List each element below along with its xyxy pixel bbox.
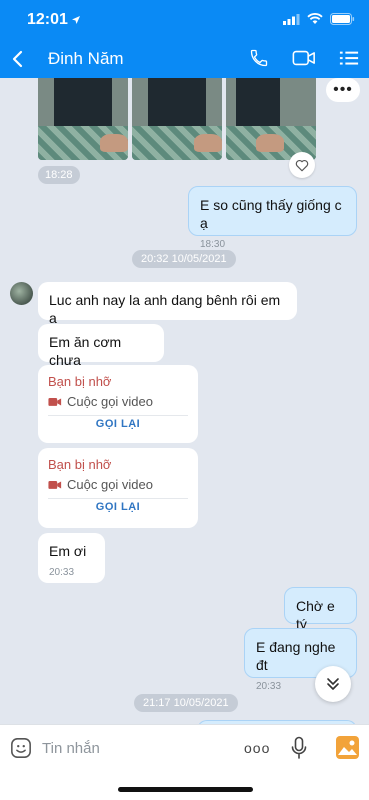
double-chevron-down-icon[interactable]: [315, 666, 351, 702]
heart-icon[interactable]: [289, 152, 315, 178]
message-bubble-in[interactable]: Em ơi 20:33: [38, 533, 105, 583]
signal-icon: [283, 13, 300, 25]
call-back-button[interactable]: GỌI LẠI: [38, 501, 198, 513]
more-dots-icon[interactable]: ooo: [244, 740, 270, 756]
chat-header: Đinh Năm: [0, 40, 369, 78]
more-dots-icon[interactable]: •••: [326, 78, 360, 102]
microphone-icon[interactable]: [291, 736, 307, 760]
video-camera-icon[interactable]: [292, 48, 316, 68]
missed-call-card: Bạn bị nhỡ Cuộc gọi video GỌI LẠI: [38, 365, 198, 443]
message-text: Em ăn cơm chưa: [49, 334, 122, 368]
message-bubble-in[interactable]: Em ăn cơm chưa: [38, 324, 164, 368]
photo-thumbnail[interactable]: [226, 78, 316, 160]
contact-name[interactable]: Đinh Năm: [48, 49, 124, 69]
missed-call-title: Bạn bị nhỡ: [48, 457, 112, 472]
message-text: Luc anh nay la anh dang bênh rôi em a: [49, 292, 281, 326]
message-input-bar: Tin nhắn ooo: [0, 724, 369, 770]
photo-timestamp: 18:28: [38, 166, 80, 184]
battery-icon: [330, 13, 355, 25]
message-input[interactable]: Tin nhắn: [42, 740, 100, 757]
phone-icon[interactable]: [249, 48, 269, 68]
missed-call-title: Bạn bị nhỡ: [48, 374, 112, 389]
avatar[interactable]: [10, 282, 33, 305]
emoji-icon[interactable]: [10, 737, 32, 759]
wifi-icon: [307, 13, 323, 24]
message-text: Em ơi: [49, 543, 87, 559]
missed-video-call-icon: [48, 481, 62, 489]
missed-call-card: Bạn bị nhỡ Cuộc gọi video GỌI LẠI: [38, 448, 198, 528]
missed-video-call-icon: [48, 398, 62, 406]
chevron-left-icon[interactable]: [10, 49, 26, 69]
message-text: E so cũng thấy giống c ạ: [200, 197, 342, 231]
divider: [48, 498, 188, 499]
divider: [48, 415, 188, 416]
list-menu-icon[interactable]: [339, 48, 359, 68]
message-bubble-out[interactable]: Chờ e tý: [284, 587, 357, 632]
status-bar: 12:01: [0, 0, 369, 40]
photo-group[interactable]: [38, 78, 316, 160]
message-text: Chờ e tý: [296, 598, 335, 632]
home-indicator-area: [0, 770, 369, 800]
call-type: Cuộc gọi video: [67, 477, 153, 492]
date-separator: 20:32 10/05/2021: [132, 250, 236, 268]
call-type: Cuộc gọi video: [67, 394, 153, 409]
location-icon: [72, 16, 80, 24]
message-bubble-in[interactable]: Luc anh nay la anh dang bênh rôi em a: [38, 282, 297, 326]
photo-thumbnail[interactable]: [38, 78, 128, 160]
call-back-button[interactable]: GỌI LẠI: [38, 418, 198, 430]
message-bubble-out[interactable]: E so cũng thấy giống c ạ 18:30: [188, 186, 357, 250]
date-separator: 21:17 10/05/2021: [134, 694, 238, 712]
home-indicator[interactable]: [118, 787, 253, 792]
photo-thumbnail[interactable]: [132, 78, 222, 160]
message-time: 20:33: [49, 567, 75, 578]
chat-area[interactable]: ••• 18:28 E so cũng thấy giống c ạ 18:30…: [0, 78, 369, 724]
image-icon[interactable]: [336, 736, 359, 759]
status-time: 12:01: [27, 11, 68, 28]
